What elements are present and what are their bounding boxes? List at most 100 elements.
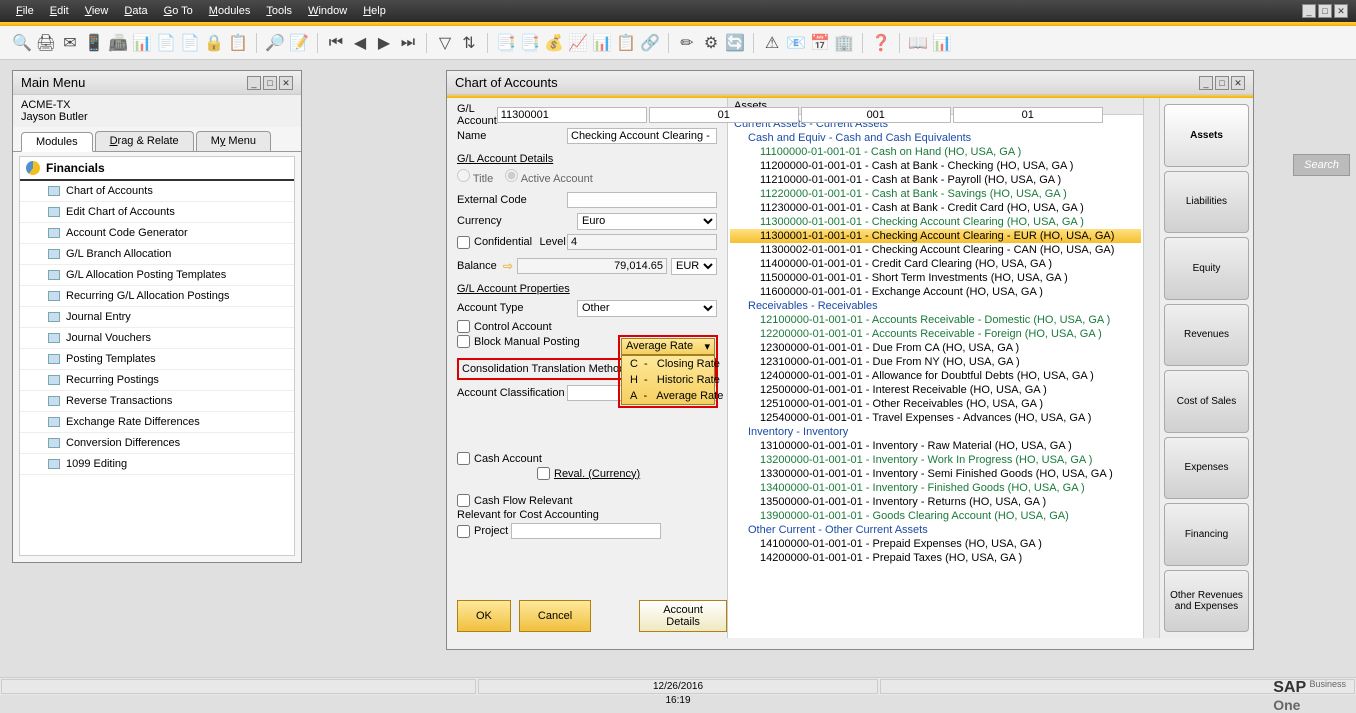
account-tree[interactable]: Current Assets - Current AssetsCash and … (728, 115, 1143, 638)
account-tree-item[interactable]: 11100000-01-001-01 - Cash on Hand (HO, U… (730, 145, 1141, 159)
drawer-cost-of-sales[interactable]: Cost of Sales (1164, 370, 1249, 433)
first-icon[interactable]: ⏮ (326, 33, 346, 53)
account-tree-item[interactable]: 14200000-01-001-01 - Prepaid Taxes (HO, … (730, 551, 1141, 565)
menu-file[interactable]: File (8, 5, 42, 17)
account-tree-item[interactable]: 11220000-01-001-01 - Cash at Bank - Savi… (730, 187, 1141, 201)
nav-item[interactable]: Exchange Rate Differences (20, 412, 294, 433)
menu-data[interactable]: Data (116, 5, 155, 17)
pdf-icon[interactable]: 📄 (180, 33, 200, 53)
menu-goto[interactable]: Go To (156, 5, 201, 17)
account-tree-item[interactable]: 12200000-01-001-01 - Accounts Receivable… (730, 327, 1141, 341)
sms-icon[interactable]: 📱 (84, 33, 104, 53)
nav-item[interactable]: 1099 Editing (20, 454, 294, 475)
account-tree-item[interactable]: 13100000-01-001-01 - Inventory - Raw Mat… (730, 439, 1141, 453)
dropdown-option[interactable]: C - Closing Rate (622, 356, 714, 372)
project-input[interactable] (511, 523, 661, 539)
excel-icon[interactable]: 📊 (132, 33, 152, 53)
balance-currency-select[interactable]: EUR (671, 258, 717, 275)
coa-titlebar[interactable]: Chart of Accounts _ □ ✕ (447, 71, 1253, 95)
account-tree-item[interactable]: Cash and Equiv - Cash and Cash Equivalen… (730, 131, 1141, 145)
refresh-icon[interactable]: 🔄 (725, 33, 745, 53)
base-doc-icon[interactable]: 📑 (496, 33, 516, 53)
app-close[interactable]: ✕ (1334, 4, 1348, 18)
messages-icon[interactable]: 📧 (786, 33, 806, 53)
preview-icon[interactable]: 🔍 (12, 33, 32, 53)
find-icon[interactable]: 🔎 (265, 33, 285, 53)
external-code-input[interactable] (567, 192, 717, 208)
drawer-expenses[interactable]: Expenses (1164, 437, 1249, 500)
doc-icon[interactable]: 📋 (228, 33, 248, 53)
account-tree-item[interactable]: 11230000-01-001-01 - Cash at Bank - Cred… (730, 201, 1141, 215)
last-icon[interactable]: ⏭ (398, 33, 418, 53)
branches-icon[interactable]: 🏢 (834, 33, 854, 53)
nav-item[interactable]: G/L Allocation Posting Templates (20, 265, 294, 286)
nav-item[interactable]: Account Code Generator (20, 223, 294, 244)
gl-account-input[interactable] (497, 107, 647, 123)
mm-minimize[interactable]: _ (247, 76, 261, 90)
name-input[interactable] (567, 128, 717, 144)
nav-item[interactable]: Conversion Differences (20, 433, 294, 454)
gross-profit-icon[interactable]: 📈 (568, 33, 588, 53)
linked-icon[interactable]: 🔗 (640, 33, 660, 53)
help-icon[interactable]: ❓ (871, 33, 891, 53)
account-tree-item[interactable]: 12310000-01-001-01 - Due From NY (HO, US… (730, 355, 1141, 369)
chk-reval[interactable]: Reval. (Currency) (537, 467, 717, 480)
menu-modules[interactable]: Modules (201, 5, 259, 17)
tab-my-menu[interactable]: My Menu (196, 131, 271, 151)
dropdown-option[interactable]: H - Historic Rate (622, 372, 714, 388)
account-tree-item[interactable]: 12300000-01-001-01 - Due From CA (HO, US… (730, 341, 1141, 355)
coa-close[interactable]: ✕ (1231, 76, 1245, 90)
menu-window[interactable]: Window (300, 5, 355, 17)
account-tree-item[interactable]: 11300000-01-001-01 - Checking Account Cl… (730, 215, 1141, 229)
nav-tree[interactable]: Financials Chart of AccountsEdit Chart o… (19, 156, 295, 556)
print-icon[interactable]: 🖨 (36, 33, 56, 53)
coa-restore[interactable]: □ (1215, 76, 1229, 90)
drawer-revenues[interactable]: Revenues (1164, 304, 1249, 367)
context-help-icon[interactable]: 📖 (908, 33, 928, 53)
vol-icon[interactable]: 📊 (592, 33, 612, 53)
account-tree-item[interactable]: Other Current - Other Current Assets (730, 523, 1141, 537)
account-tree-item[interactable]: 12100000-01-001-01 - Accounts Receivable… (730, 313, 1141, 327)
tree-section-financials[interactable]: Financials (20, 157, 294, 181)
account-tree-item[interactable]: 13500000-01-001-01 - Inventory - Returns… (730, 495, 1141, 509)
main-menu-titlebar[interactable]: Main Menu _ □ ✕ (13, 71, 301, 95)
form-settings-icon[interactable]: ⚙ (701, 33, 721, 53)
alert-icon[interactable]: ⚠ (762, 33, 782, 53)
account-tree-item[interactable]: 11210000-01-001-01 - Cash at Bank - Payr… (730, 173, 1141, 187)
next-icon[interactable]: ▶ (374, 33, 394, 53)
account-details-button[interactable]: Account Details (639, 600, 727, 632)
account-tree-item[interactable]: 13900000-01-001-01 - Goods Clearing Acco… (730, 509, 1141, 523)
account-tree-item[interactable]: Receivables - Receivables (730, 299, 1141, 313)
seg1-input[interactable] (649, 107, 799, 123)
tab-modules[interactable]: Modules (21, 132, 93, 152)
account-tree-item[interactable]: 11300001-01-001-01 - Checking Account Cl… (730, 229, 1141, 243)
nav-item[interactable]: Journal Entry (20, 307, 294, 328)
coa-minimize[interactable]: _ (1199, 76, 1213, 90)
account-tree-item[interactable]: 12500000-01-001-01 - Interest Receivable… (730, 383, 1141, 397)
filter-icon[interactable]: ▽ (435, 33, 455, 53)
account-tree-item[interactable]: 11600000-01-001-01 - Exchange Account (H… (730, 285, 1141, 299)
chk-control-account[interactable]: Control Account (457, 320, 717, 333)
cons-method-select[interactable]: Average Rate▾ (621, 338, 715, 355)
prev-icon[interactable]: ◀ (350, 33, 370, 53)
chk-cash-account[interactable]: Cash Account (457, 452, 717, 465)
nav-item[interactable]: Posting Templates (20, 349, 294, 370)
account-tree-item[interactable]: 13300000-01-001-01 - Inventory - Semi Fi… (730, 467, 1141, 481)
seg2-input[interactable] (801, 107, 951, 123)
chk-project[interactable]: Project (457, 523, 717, 539)
account-tree-item[interactable]: 11400000-01-001-01 - Credit Card Clearin… (730, 257, 1141, 271)
payment-icon[interactable]: 💰 (544, 33, 564, 53)
account-tree-item[interactable]: 11200000-01-001-01 - Cash at Bank - Chec… (730, 159, 1141, 173)
account-tree-item[interactable]: Inventory - Inventory (730, 425, 1141, 439)
account-tree-item[interactable]: 13400000-01-001-01 - Inventory - Finishe… (730, 481, 1141, 495)
word-icon[interactable]: 📄 (156, 33, 176, 53)
account-tree-item[interactable]: 12540000-01-001-01 - Travel Expenses - A… (730, 411, 1141, 425)
nav-item[interactable]: Chart of Accounts (20, 181, 294, 202)
account-tree-item[interactable]: 11500000-01-001-01 - Short Term Investme… (730, 271, 1141, 285)
tree-scrollbar[interactable] (1143, 98, 1159, 638)
currency-select[interactable]: Euro (577, 213, 717, 230)
menu-help[interactable]: Help (355, 5, 394, 17)
app-minimize[interactable]: _ (1302, 4, 1316, 18)
nav-item[interactable]: Journal Vouchers (20, 328, 294, 349)
chk-cash-flow[interactable]: Cash Flow Relevant (457, 494, 717, 507)
